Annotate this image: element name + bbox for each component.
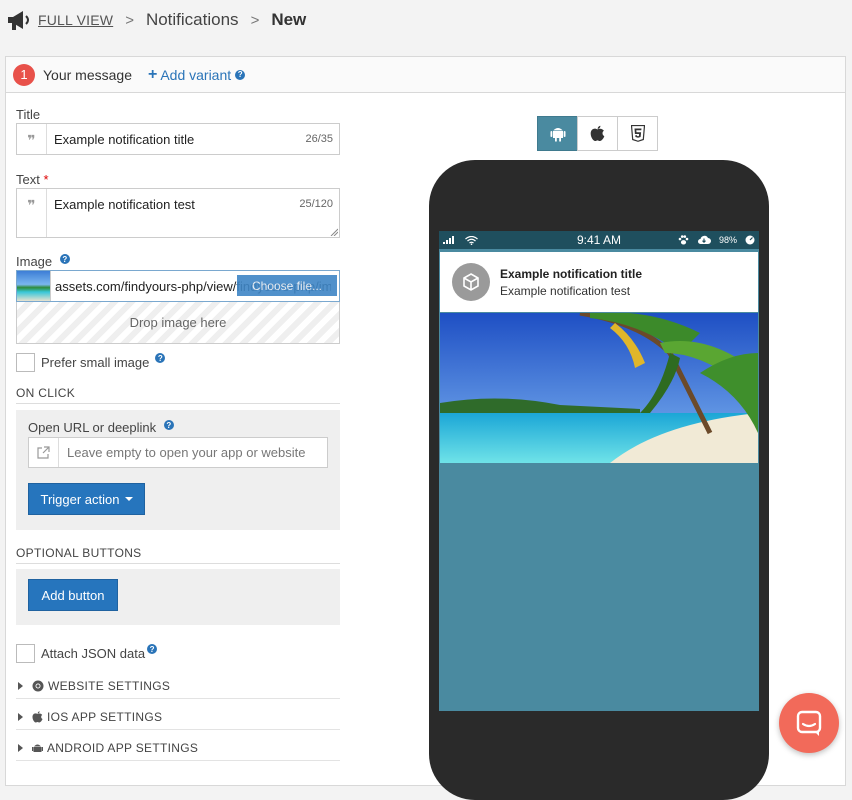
status-bar: 9:41 AM 98% bbox=[439, 231, 759, 249]
accordion-android-settings[interactable]: ANDROID APP SETTINGS bbox=[16, 735, 340, 761]
triangle-right-icon bbox=[18, 712, 23, 721]
notification-title: Example notification title bbox=[500, 266, 643, 281]
prefer-small-image-row: Prefer small image ? bbox=[16, 352, 340, 372]
help-icon[interactable]: ? bbox=[235, 69, 246, 80]
notification-content: Example notification title Example notif… bbox=[500, 267, 642, 298]
page-title: New bbox=[271, 10, 307, 29]
on-click-section-title: ON CLICK bbox=[16, 386, 340, 404]
battery-gauge-icon bbox=[745, 235, 755, 245]
text-counter: 25/120 bbox=[299, 198, 333, 210]
breadcrumb-full-view-link[interactable]: FULL VIEW bbox=[38, 12, 113, 28]
accordion-ios-settings[interactable]: IOS APP SETTINGS bbox=[16, 704, 340, 730]
text-input-value: Example notification test bbox=[54, 197, 195, 212]
phone-screen: 9:41 AM 98% Example notification title E… bbox=[439, 231, 759, 711]
platform-switcher bbox=[537, 116, 658, 151]
notification-image bbox=[440, 313, 758, 463]
optional-buttons-box: Add button bbox=[16, 569, 340, 625]
title-label: Title bbox=[16, 107, 41, 122]
platform-android-button[interactable] bbox=[537, 116, 578, 151]
required-mark: * bbox=[43, 172, 49, 187]
add-variant-button[interactable]: + Add variant ? bbox=[147, 65, 246, 84]
step-badge: 1 bbox=[13, 63, 35, 86]
image-thumbnail bbox=[17, 271, 51, 301]
breadcrumb-notifications-link[interactable]: Notifications bbox=[146, 10, 239, 30]
html5-icon bbox=[630, 125, 645, 142]
choose-file-button[interactable]: Choose file... bbox=[237, 275, 337, 296]
deeplink-url-input[interactable]: Leave empty to open your app or website bbox=[28, 437, 328, 468]
notification-preview: Example notification title Example notif… bbox=[440, 252, 758, 312]
trigger-action-label: Trigger action bbox=[40, 491, 120, 507]
plus-icon: + bbox=[147, 65, 158, 83]
url-label-text: Open URL or deeplink bbox=[28, 420, 157, 435]
prefer-small-image-checkbox[interactable] bbox=[16, 352, 35, 372]
notification-text: Example notification test bbox=[500, 283, 631, 298]
drop-image-zone[interactable]: Drop image here bbox=[16, 302, 340, 344]
resize-handle-icon[interactable] bbox=[330, 228, 338, 236]
title-field[interactable]: ❞ Example notification title 26/35 bbox=[16, 123, 340, 155]
android-icon bbox=[32, 742, 43, 754]
box-icon bbox=[463, 273, 479, 291]
image-url-field[interactable]: assets.com/findyours-php/view/findyours-… bbox=[16, 270, 340, 302]
title-counter: 26/35 bbox=[305, 133, 333, 145]
accordion-label: IOS APP SETTINGS bbox=[47, 709, 163, 724]
quote-icon: ❞ bbox=[17, 189, 47, 237]
on-click-box: Open URL or deeplink ? Leave empty to op… bbox=[16, 410, 340, 530]
platform-ios-button[interactable] bbox=[577, 116, 618, 151]
trigger-action-button[interactable]: Trigger action bbox=[28, 483, 145, 515]
apple-icon bbox=[32, 710, 43, 723]
message-form: Title ❞ Example notification title 26/35… bbox=[16, 107, 340, 761]
image-label-text: Image bbox=[16, 254, 53, 269]
app-icon bbox=[452, 263, 490, 301]
accordion-label: WEBSITE SETTINGS bbox=[48, 678, 171, 693]
text-label-text: Text bbox=[16, 172, 40, 187]
add-variant-label: Add variant bbox=[160, 66, 232, 83]
attach-json-label: Attach JSON data bbox=[41, 645, 146, 661]
chat-icon bbox=[796, 710, 822, 736]
quote-icon: ❞ bbox=[17, 124, 47, 154]
breadcrumb-separator: > bbox=[250, 11, 260, 29]
deeplink-url-placeholder: Leave empty to open your app or website bbox=[67, 445, 306, 460]
attach-json-row: Attach JSON data ? bbox=[16, 643, 340, 663]
help-icon[interactable]: ? bbox=[59, 254, 70, 264]
help-icon[interactable]: ? bbox=[155, 353, 166, 363]
url-label: Open URL or deeplink ? bbox=[28, 420, 328, 437]
chrome-icon bbox=[32, 680, 44, 692]
caret-down-icon bbox=[124, 497, 133, 501]
accordion-label: ANDROID APP SETTINGS bbox=[47, 740, 199, 755]
text-label: Text * bbox=[16, 172, 340, 188]
paw-icon bbox=[678, 235, 689, 245]
breadcrumb: FULL VIEW > Notifications > New bbox=[0, 0, 852, 40]
optional-buttons-section-title: OPTIONAL BUTTONS bbox=[16, 546, 340, 564]
cloud-download-icon bbox=[697, 235, 711, 244]
prefer-small-image-label: Prefer small image bbox=[41, 354, 150, 370]
help-icon[interactable]: ? bbox=[147, 644, 158, 654]
external-link-icon bbox=[29, 438, 59, 467]
message-heading: Your message bbox=[43, 66, 132, 83]
megaphone-icon bbox=[8, 11, 29, 30]
apple-icon bbox=[590, 125, 605, 141]
add-button[interactable]: Add button bbox=[28, 579, 118, 611]
phone-preview: 9:41 AM 98% Example notification title E… bbox=[429, 160, 769, 800]
text-field[interactable]: ❞ Example notification test 25/120 bbox=[16, 188, 340, 238]
message-card-header: 1 Your message + Add variant ? bbox=[6, 57, 845, 93]
breadcrumb-separator: > bbox=[125, 11, 134, 29]
status-right: 98% bbox=[678, 235, 755, 245]
platform-web-button[interactable] bbox=[617, 116, 658, 151]
chat-launcher-button[interactable] bbox=[779, 693, 839, 753]
android-icon bbox=[550, 127, 565, 142]
image-label: Image ? bbox=[16, 254, 340, 270]
help-icon[interactable]: ? bbox=[163, 420, 174, 430]
battery-percent: 98% bbox=[718, 235, 737, 245]
triangle-right-icon bbox=[18, 743, 23, 752]
triangle-right-icon bbox=[18, 681, 23, 690]
title-input-value: Example notification title bbox=[54, 132, 195, 147]
accordion-website-settings[interactable]: WEBSITE SETTINGS bbox=[16, 673, 340, 699]
attach-json-checkbox[interactable] bbox=[16, 643, 35, 663]
